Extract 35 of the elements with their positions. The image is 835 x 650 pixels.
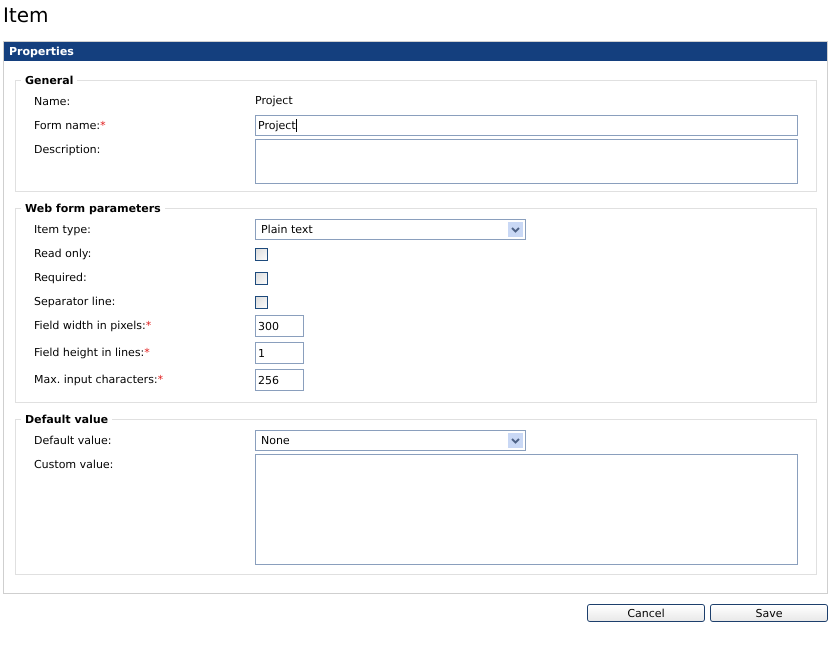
checkbox[interactable] — [255, 296, 268, 309]
form-button[interactable]: Save — [710, 604, 828, 622]
required-asterisk: * — [100, 119, 106, 132]
dropdown[interactable]: None — [255, 430, 526, 451]
number-field[interactable]: 300 — [255, 315, 304, 337]
text-area[interactable] — [255, 139, 798, 184]
field-label: Item type: — [34, 222, 92, 236]
field-label: Custom value: — [34, 457, 114, 471]
field-label: Required: — [34, 270, 88, 284]
checkbox[interactable] — [255, 248, 268, 261]
page-title: Item — [3, 2, 50, 29]
field-value: Project — [255, 93, 293, 107]
panel-header: Properties — [4, 42, 827, 61]
field-label: Name: — [34, 94, 72, 108]
checkbox[interactable] — [255, 272, 268, 285]
form-button[interactable]: Cancel — [587, 604, 705, 622]
dropdown[interactable]: Plain text — [255, 219, 526, 240]
required-asterisk: * — [146, 319, 152, 332]
number-field[interactable]: 1 — [255, 342, 304, 364]
field-label: Field height in lines:* — [34, 345, 151, 359]
section-legend: Default value — [21, 413, 112, 426]
field-label: Read only: — [34, 246, 92, 260]
required-asterisk: * — [158, 373, 164, 386]
field-label: Default value: — [34, 433, 112, 447]
field-label: Form name:* — [34, 118, 107, 132]
field-label: Max. input characters:* — [34, 372, 164, 386]
field-label: Separator line: — [34, 294, 116, 308]
section-legend: Web form parameters — [21, 202, 165, 215]
required-asterisk: * — [144, 346, 150, 359]
section-legend: General — [21, 74, 78, 87]
field-label: Description: — [34, 142, 102, 156]
text-field[interactable]: Project — [255, 115, 798, 136]
text-area[interactable] — [255, 454, 798, 565]
number-field[interactable]: 256 — [255, 369, 304, 391]
field-label: Field width in pixels:* — [34, 318, 152, 332]
